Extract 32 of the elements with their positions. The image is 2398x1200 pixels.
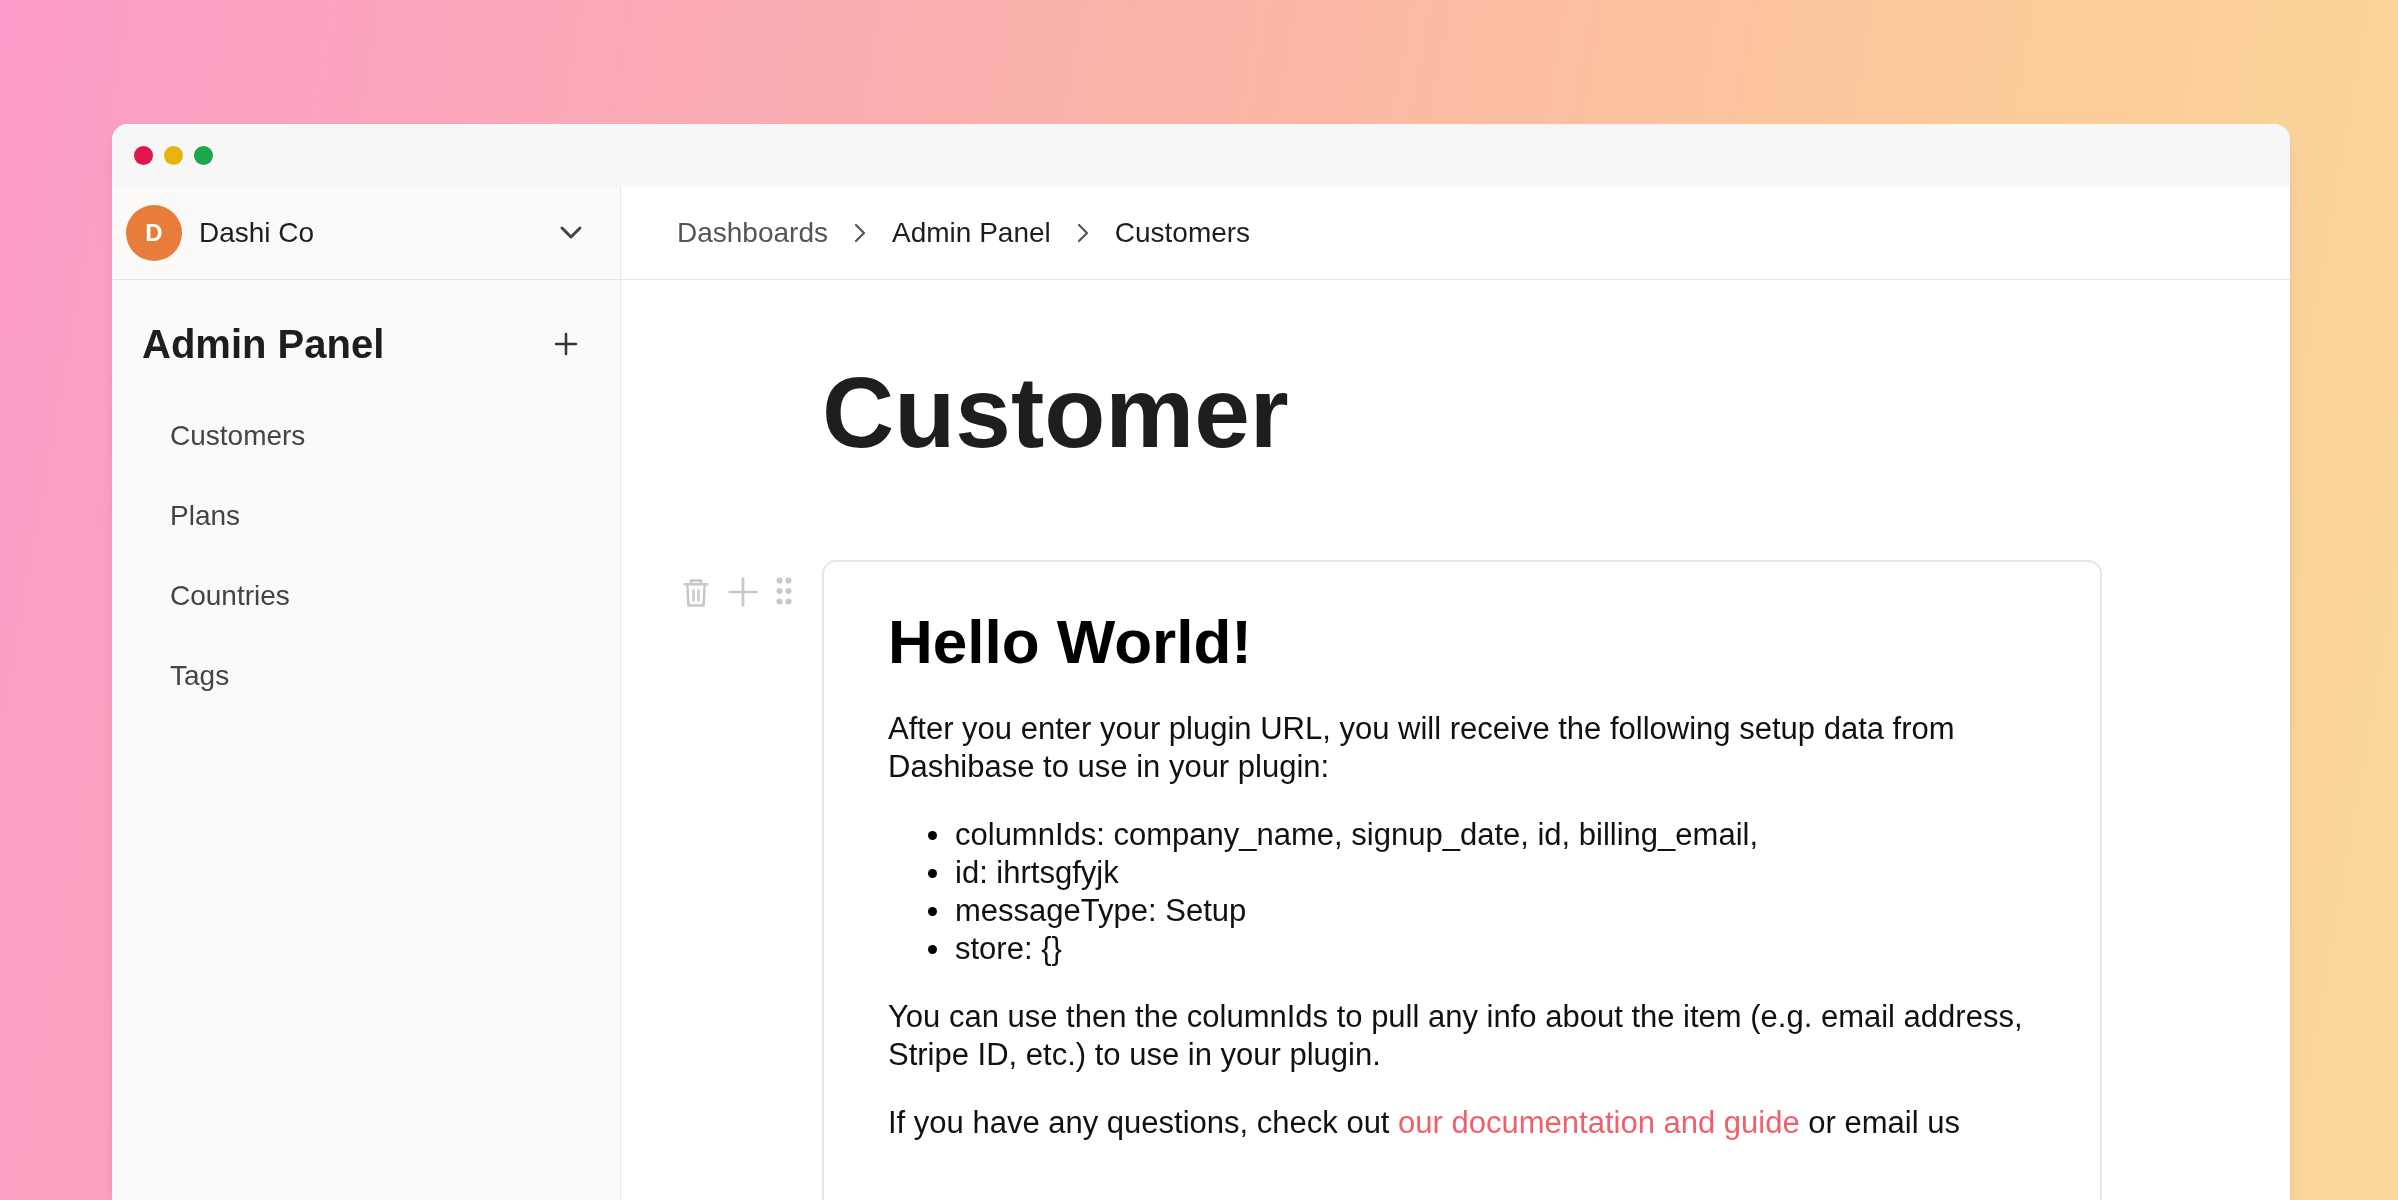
sidebar-item[interactable]: Customers (142, 396, 590, 476)
sidebar-item[interactable]: Plans (142, 476, 590, 556)
breadcrumb-link[interactable]: Admin Panel (892, 211, 1051, 254)
list-item: id: ihrtsgfyjk (955, 854, 1119, 892)
bullet-icon (928, 944, 937, 954)
list-item: store: {} (955, 930, 1062, 968)
maximize-icon[interactable] (194, 145, 213, 165)
body-paragraph: You can use then the columnIds to pull any info about the item (e.g. email address, Stripe ID, etc.) to use in your plugin. (888, 998, 2024, 1074)
minimize-icon[interactable] (164, 145, 183, 165)
card-heading: Hello World! (888, 606, 1253, 678)
body-paragraph: If you have any questions, check out our documentation and guide or email us (888, 1104, 1961, 1142)
breadcrumb-link[interactable]: Dashboards (677, 211, 828, 254)
page-title: Customer (822, 355, 1290, 470)
breadcrumb-link[interactable]: Customers (1114, 211, 1251, 254)
list-item: messageType: Setup (955, 892, 1247, 930)
bullet-icon (928, 906, 937, 916)
close-icon[interactable] (134, 145, 153, 165)
sidebar-title: Admin Panel (142, 321, 385, 368)
bullet-icon (928, 868, 937, 878)
workspace-name: Dashi Co (199, 215, 315, 250)
list-item: columnIds: company_name, signup_date, id, billing_email, (955, 816, 1759, 854)
sidebar-item[interactable]: Countries (142, 556, 590, 636)
chevron-right-icon (854, 222, 866, 243)
body-paragraph: After you enter your plugin URL, you will receive the following setup data from Dashibase to use in your plugin: (888, 710, 1956, 786)
trash-icon[interactable] (681, 576, 711, 610)
chevron-down-icon[interactable] (560, 225, 582, 240)
avatar: D (126, 204, 182, 261)
chevron-right-icon (1076, 222, 1089, 243)
drag-handle-icon[interactable] (775, 576, 793, 606)
plus-icon[interactable] (554, 332, 578, 356)
sidebar-item[interactable]: Tags (142, 636, 590, 716)
bullet-icon (928, 830, 937, 840)
